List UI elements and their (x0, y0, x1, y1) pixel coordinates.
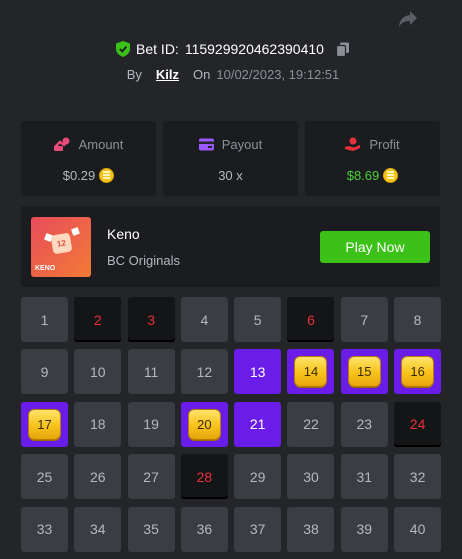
keno-cell-23: 23 (340, 401, 388, 447)
profit-value: $8.69 (346, 167, 380, 183)
keno-cell-5: 5 (234, 297, 282, 342)
share-icon[interactable] (398, 10, 418, 28)
keno-cell-36: 36 (180, 506, 228, 552)
keno-cell-15: 15 (340, 349, 388, 395)
gold-hit-tile: 17 (29, 409, 60, 439)
keno-cell-21: 21 (234, 401, 282, 447)
keno-cell-34: 34 (74, 506, 122, 552)
on-label: On (193, 67, 211, 82)
keno-cell-29: 29 (234, 454, 282, 500)
keno-cell-24: 24 (394, 401, 442, 447)
profit-label: Profit (369, 136, 400, 152)
by-label: By (126, 67, 142, 82)
keno-cell-30: 30 (287, 454, 335, 500)
keno-cell-35: 35 (127, 506, 175, 552)
payout-card: Payout 30 x (163, 121, 298, 196)
keno-cell-28: 28 (180, 454, 228, 500)
play-now-button[interactable]: Play Now (320, 231, 430, 263)
amount-card: Amount $0.29 (21, 121, 156, 196)
keno-cell-20: 20 (180, 401, 228, 447)
gold-hit-tile: 14 (295, 357, 327, 387)
gold-hit-tile: 15 (348, 357, 380, 387)
keno-cell-10: 10 (74, 349, 122, 395)
coin-icon (383, 167, 399, 183)
keno-cell-40: 40 (394, 506, 442, 552)
keno-cell-16: 16 (394, 349, 442, 395)
keno-cell-2: 2 (74, 297, 122, 342)
keno-cell-14: 14 (287, 349, 335, 395)
keno-cell-7: 7 (340, 297, 388, 342)
keno-cell-9: 9 (21, 349, 68, 395)
bet-id-value: 115929920462390410 (184, 41, 324, 57)
amount-value: $0.29 (62, 167, 96, 183)
dice-icon (71, 227, 80, 236)
keno-cell-33: 33 (21, 506, 68, 552)
keno-cell-6: 6 (287, 297, 335, 342)
bet-meta-row: By Kilz On 10/02/2023, 19:12:51 (0, 67, 462, 82)
keno-cell-31: 31 (340, 454, 388, 500)
keno-cell-25: 25 (21, 454, 68, 500)
game-card: 12 KENO Keno BC Originals Play Now (21, 206, 440, 287)
keno-cell-38: 38 (287, 506, 335, 552)
profit-card: Profit $8.69 (305, 121, 440, 196)
amount-label: Amount (78, 136, 124, 152)
copy-icon[interactable] (335, 42, 350, 57)
gold-hit-tile: 20 (188, 409, 220, 439)
keno-cell-13: 13 (234, 349, 282, 395)
verified-shield-icon (116, 41, 131, 57)
coin-icon (99, 167, 115, 183)
keno-thumbnail[interactable]: 12 KENO (31, 217, 91, 277)
keno-cell-27: 27 (127, 454, 175, 500)
keno-cell-26: 26 (74, 454, 122, 500)
gold-hit-tile: 16 (402, 357, 434, 387)
keno-board: 1 2 3 4 5 6 7 8 9 10 11 12 13 14 15 16 17 18 19 20 21 22 23 24 2… (21, 297, 442, 552)
bet-stats: Amount $0.29 Payout 30 x Profit $8.69 (21, 121, 440, 196)
keno-cell-19: 19 (127, 401, 175, 447)
keno-cell-17: 17 (21, 401, 68, 447)
username-link[interactable]: Kilz (156, 67, 179, 82)
payout-value: 30 x (218, 167, 243, 183)
keno-cell-3: 3 (127, 297, 175, 342)
game-provider: BC Originals (107, 253, 180, 268)
keno-ball-icon: 12 (50, 232, 73, 255)
game-name: Keno (107, 226, 140, 242)
keno-cell-18: 18 (74, 401, 122, 447)
keno-cell-32: 32 (394, 454, 442, 500)
keno-cell-11: 11 (127, 349, 175, 395)
keno-cell-22: 22 (287, 401, 335, 447)
payout-wallet-icon (198, 138, 214, 150)
bet-date: 10/02/2023, 19:12:51 (216, 67, 340, 82)
keno-cell-12: 12 (180, 349, 228, 395)
bet-id-row: Bet ID: 115929920462390410 (0, 41, 462, 59)
bet-id-label: Bet ID: (136, 41, 179, 57)
keno-cell-39: 39 (340, 506, 388, 552)
payout-label: Payout (221, 136, 263, 152)
amount-icon (53, 137, 70, 151)
keno-cell-8: 8 (394, 297, 442, 342)
keno-cell-4: 4 (180, 297, 228, 342)
keno-cell-37: 37 (234, 506, 282, 552)
thumbnail-label: KENO (35, 265, 56, 272)
profit-hand-icon (345, 137, 361, 151)
keno-cell-1: 1 (21, 297, 68, 342)
